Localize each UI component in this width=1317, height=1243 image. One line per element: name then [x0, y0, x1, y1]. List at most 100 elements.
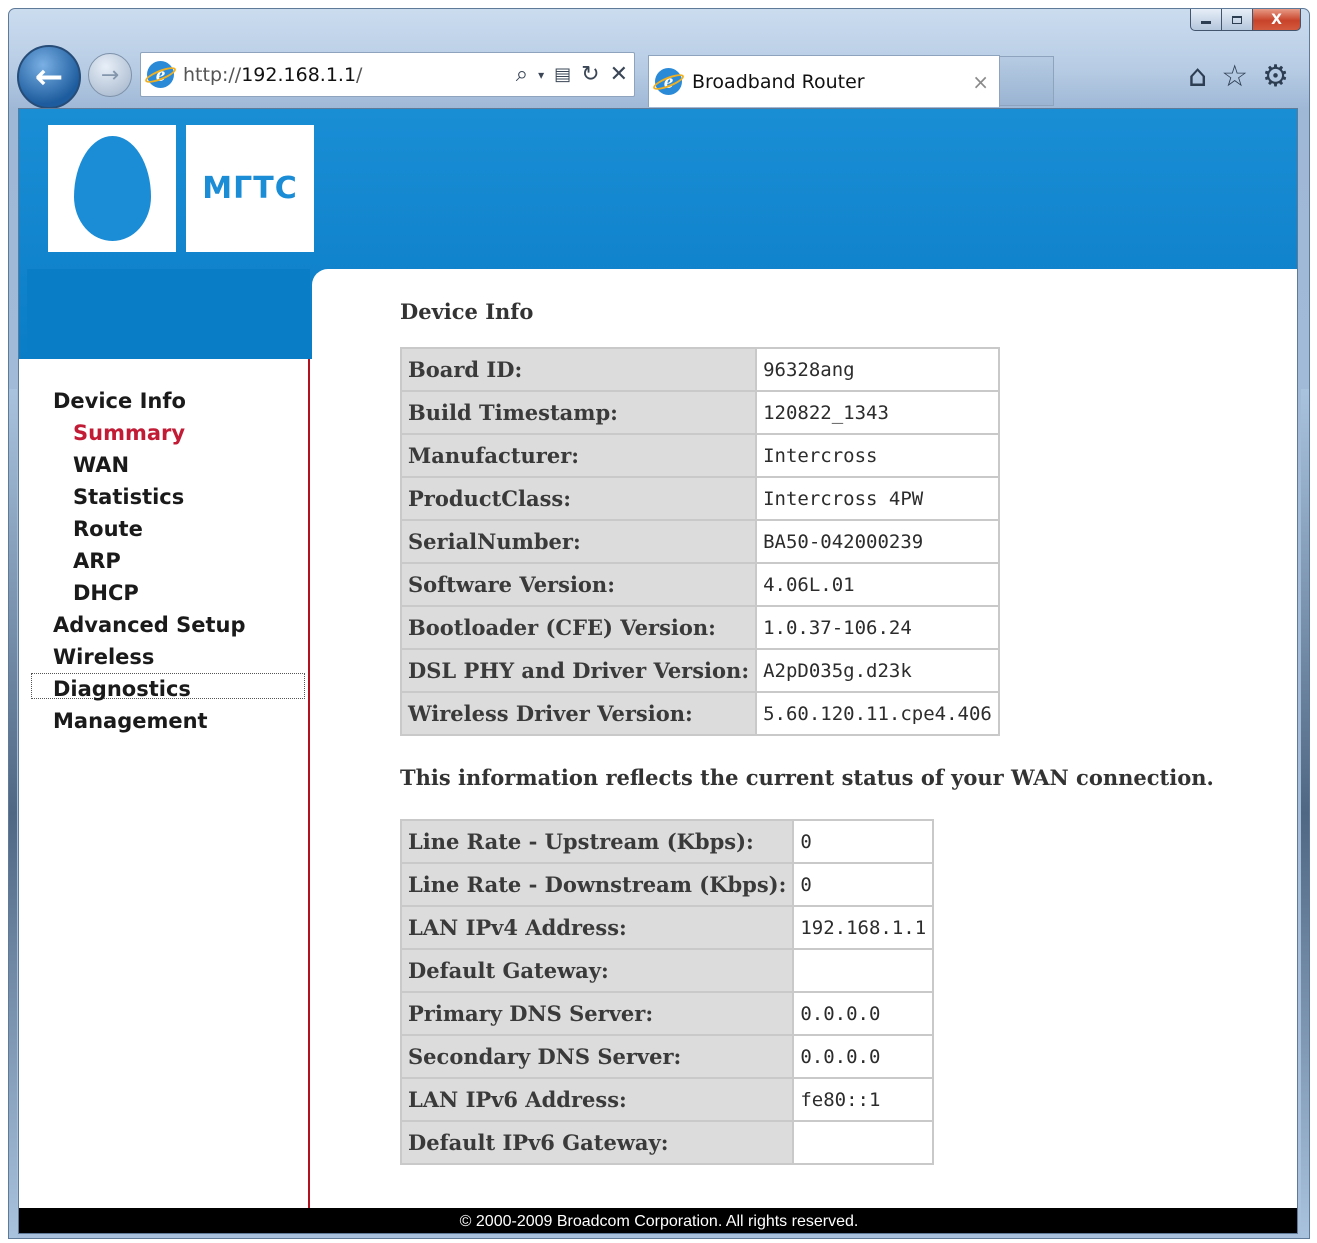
nav-header-band — [27, 269, 310, 359]
main-content: Device Info Board ID: 96328ang Build Times… — [312, 269, 1297, 1209]
row-label: SerialNumber: — [399, 519, 758, 564]
row-label: Manufacturer: — [399, 433, 758, 478]
row-value: 96328ang — [755, 347, 1000, 392]
browser-right-icons: ⌂ ☆ ⚙ — [1188, 59, 1289, 94]
wan-info-row: LAN IPv6 Address: fe80::1 — [399, 1077, 935, 1122]
wan-info-row: Default IPv6 Gateway: — [399, 1120, 935, 1165]
device-info-row: ProductClass: Intercross 4PW — [399, 476, 1000, 521]
close-icon: X — [1271, 11, 1282, 28]
row-label: LAN IPv6 Address: — [399, 1077, 795, 1122]
row-value: 4.06L.01 — [755, 562, 1000, 607]
device-info-row: Bootloader (CFE) Version: 1.0.37-106.24 — [399, 605, 1000, 650]
logo-text: МГТС — [202, 171, 298, 206]
url-scheme: http:// — [183, 63, 242, 86]
row-value: 192.168.1.1 — [792, 905, 935, 950]
nav-device-info[interactable]: Device Info — [53, 389, 186, 413]
row-value: 0.0.0.0 — [792, 1034, 935, 1079]
minimize-button[interactable] — [1190, 9, 1222, 31]
favorites-star-icon[interactable]: ☆ — [1221, 59, 1248, 94]
settings-gear-icon[interactable]: ⚙ — [1262, 59, 1289, 94]
wan-info-row: LAN IPv4 Address: 192.168.1.1 — [399, 905, 935, 950]
row-value: A2pD035g.d23k — [755, 648, 1000, 693]
page-title: Device Info — [400, 299, 534, 324]
minimize-icon — [1201, 21, 1211, 24]
wan-status-note: This information reflects the current st… — [400, 765, 1214, 790]
window-right-edge — [1301, 389, 1309, 1238]
row-label: Primary DNS Server: — [399, 991, 795, 1036]
tab-close-icon[interactable]: × — [972, 70, 989, 94]
search-icon[interactable]: ⌕ — [516, 62, 528, 87]
nav-management[interactable]: Management — [53, 709, 208, 733]
row-value: BA50-042000239 — [755, 519, 1000, 564]
row-label: Default Gateway: — [399, 948, 795, 993]
row-value: 0.0.0.0 — [792, 991, 935, 1036]
address-bar[interactable]: e http://192.168.1.1/ ⌕ ▾ ▤ ↻ ✕ — [140, 52, 635, 97]
nav-diagnostics[interactable]: Diagnostics — [53, 677, 191, 701]
address-url[interactable]: http://192.168.1.1/ — [183, 64, 383, 86]
device-info-row: DSL PHY and Driver Version: A2pD035g.d23k — [399, 648, 1000, 693]
row-value: 120822_1343 — [755, 390, 1000, 435]
nav-advanced-setup[interactable]: Advanced Setup — [53, 613, 246, 637]
row-label: ProductClass: — [399, 476, 758, 521]
wan-info-table: Line Rate - Upstream (Kbps): 0 Line Rate -… — [399, 819, 935, 1165]
device-info-row: Build Timestamp: 120822_1343 — [399, 390, 1000, 435]
row-label: Board ID: — [399, 347, 758, 392]
sidebar-nav: Device Info Summary WAN Statistics Route… — [27, 359, 310, 1209]
device-info-row: SerialNumber: BA50-042000239 — [399, 519, 1000, 564]
row-value: 1.0.37-106.24 — [755, 605, 1000, 650]
close-window-button[interactable]: X — [1253, 9, 1301, 31]
tab-ie-icon: e — [651, 68, 686, 95]
row-label: Line Rate - Downstream (Kbps): — [399, 862, 795, 907]
back-button[interactable]: ← — [17, 45, 81, 109]
maximize-icon — [1232, 15, 1242, 24]
nav-statistics[interactable]: Statistics — [73, 485, 184, 509]
caption-buttons: X — [1190, 9, 1301, 37]
row-value: 0 — [792, 819, 935, 864]
compatibility-view-icon[interactable]: ▤ — [554, 64, 571, 85]
wan-info-row: Line Rate - Downstream (Kbps): 0 — [399, 862, 935, 907]
device-info-row: Wireless Driver Version: 5.60.120.11.cpe4… — [399, 691, 1000, 736]
device-info-row: Software Version: 4.06L.01 — [399, 562, 1000, 607]
nav-wireless[interactable]: Wireless — [53, 645, 154, 669]
maximize-button[interactable] — [1222, 9, 1253, 31]
nav-arp[interactable]: ARP — [73, 549, 121, 573]
page-viewport: МГТС Device Info Summary WAN Statistics … — [18, 108, 1298, 1234]
url-host: 192.168.1.1 — [241, 63, 357, 86]
forward-arrow-icon: → — [100, 62, 120, 88]
tab-broadband-router[interactable]: e Broadband Router × — [648, 55, 1000, 107]
refresh-icon[interactable]: ↻ — [581, 62, 599, 87]
tab-title: Broadband Router — [692, 70, 865, 93]
row-label: Wireless Driver Version: — [399, 691, 758, 736]
egg-icon — [73, 136, 151, 241]
wan-info-row: Line Rate - Upstream (Kbps): 0 — [399, 819, 935, 864]
new-tab-button[interactable] — [1000, 56, 1054, 106]
address-tools: ⌕ ▾ ▤ ↻ ✕ — [516, 62, 628, 87]
row-label: Line Rate - Upstream (Kbps): — [399, 819, 795, 864]
dropdown-icon[interactable]: ▾ — [538, 68, 544, 82]
row-value: 5.60.120.11.cpe4.406 — [755, 691, 1000, 736]
row-value: Intercross — [755, 433, 1000, 478]
row-label: Build Timestamp: — [399, 390, 758, 435]
row-value: fe80::1 — [792, 1077, 935, 1122]
row-label: Default IPv6 Gateway: — [399, 1120, 795, 1165]
nav-dhcp[interactable]: DHCP — [73, 581, 139, 605]
logo-egg — [48, 125, 176, 252]
row-value — [792, 948, 935, 993]
ie-page-icon: e — [143, 61, 178, 88]
forward-button[interactable]: → — [88, 53, 132, 97]
row-value: Intercross 4PW — [755, 476, 1000, 521]
nav-route[interactable]: Route — [73, 517, 143, 541]
row-label: LAN IPv4 Address: — [399, 905, 795, 950]
row-label: Software Version: — [399, 562, 758, 607]
logo-text-box: МГТС — [186, 125, 314, 252]
device-info-row: Board ID: 96328ang — [399, 347, 1000, 392]
wan-info-row: Primary DNS Server: 0.0.0.0 — [399, 991, 935, 1036]
home-icon[interactable]: ⌂ — [1188, 59, 1207, 94]
row-label: DSL PHY and Driver Version: — [399, 648, 758, 693]
stop-icon[interactable]: ✕ — [610, 62, 628, 87]
nav-wan[interactable]: WAN — [73, 453, 129, 477]
row-label: Secondary DNS Server: — [399, 1034, 795, 1079]
row-label: Bootloader (CFE) Version: — [399, 605, 758, 650]
nav-summary[interactable]: Summary — [73, 421, 185, 445]
url-path: / — [356, 63, 363, 86]
